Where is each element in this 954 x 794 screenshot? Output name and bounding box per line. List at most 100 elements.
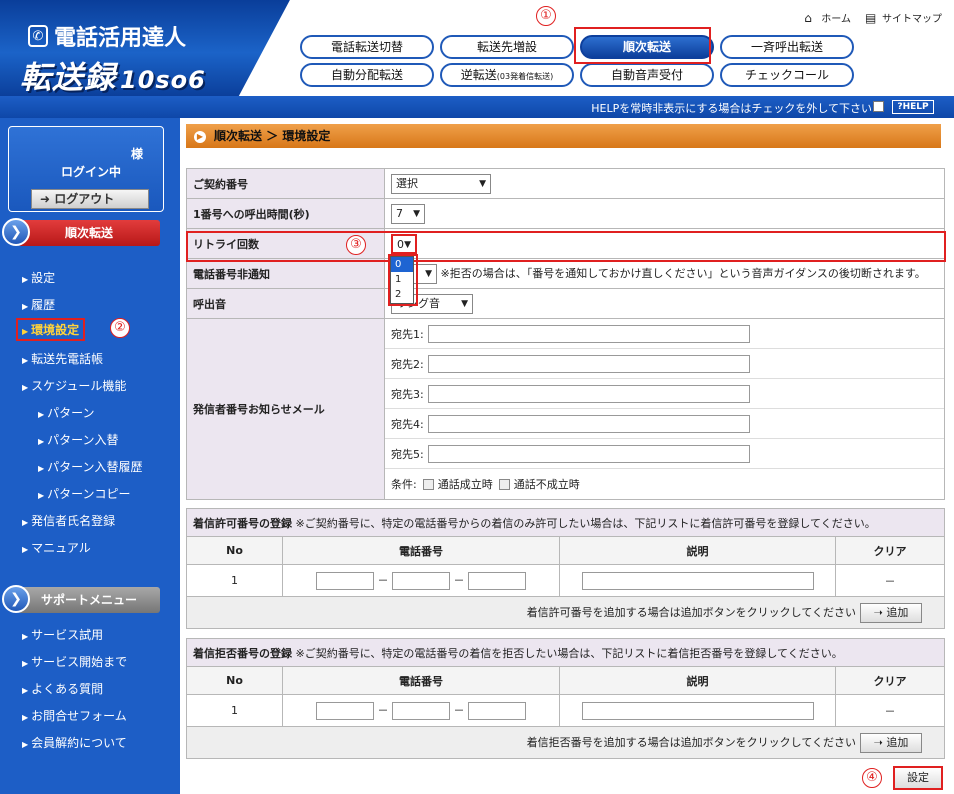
logo[interactable]: ✆ 電話活用達人 転送録 10so6 <box>0 0 298 96</box>
deny-phone-1[interactable] <box>316 701 374 720</box>
sidebar-item-pattern-swap[interactable]: ▶ パターン入替 <box>38 431 119 448</box>
home-icon: ⌂ <box>804 10 812 25</box>
section-title-sequential[interactable]: 順次転送 <box>18 220 160 246</box>
tab-forward-add[interactable]: 転送先増設 <box>440 35 574 59</box>
allow-clear[interactable]: － <box>835 564 945 597</box>
mail-condition: 条件: 通話成立時 通話不成立時 <box>391 478 580 491</box>
mail-input-2[interactable] <box>427 354 750 373</box>
section-sequential: ❯ 順次転送 <box>0 214 180 254</box>
allow-title: 着信許可番号の登録 <box>193 516 292 530</box>
deny-add-button[interactable]: ➝ 追加 <box>860 732 922 753</box>
mail-input-1[interactable] <box>427 324 750 343</box>
deny-add-text: 着信拒否番号を追加する場合は追加ボタンをクリックしてください <box>526 735 856 749</box>
breadcrumb: ▶ 順次転送 ＞ 環境設定 <box>186 124 941 148</box>
sitemap-link[interactable]: ▤ サイトマップ <box>865 10 942 26</box>
sidebar-item-settings[interactable]: ▶ 設定 <box>22 269 55 286</box>
contract-label: ご契約番号 <box>186 168 385 199</box>
logout-button[interactable]: ➜ ログアウト <box>31 189 149 209</box>
marker-4: ④ <box>862 768 882 788</box>
dropdown-arrow-icon: ▼ <box>425 268 432 279</box>
allow-phone-1[interactable] <box>316 571 374 590</box>
arrow-icon: ➝ <box>873 735 887 749</box>
col-no: No <box>186 536 283 565</box>
sitemap-icon: ▤ <box>865 10 877 25</box>
col-phone: 電話番号 <box>282 536 560 565</box>
triangle-icon: ▶ <box>22 327 29 336</box>
submit-button[interactable]: 設定 <box>893 766 943 790</box>
cond-ng-checkbox[interactable] <box>498 478 510 490</box>
table-row: 1 － － － <box>186 694 945 727</box>
section-title-support[interactable]: サポートメニュー <box>18 587 160 613</box>
retry-option-1[interactable]: 1 <box>391 272 413 287</box>
sidebar-item-start[interactable]: ▶ サービス開始まで <box>22 653 127 670</box>
help-bar: HELPを常時非表示にする場合はチェックを外して下さい ?HELP <box>0 96 954 118</box>
chevron-right-icon: ❯ <box>2 218 30 246</box>
contract-select[interactable]: 選択 ▼ <box>391 173 491 194</box>
col-desc: 説明 <box>559 666 836 695</box>
allow-desc-input[interactable] <box>581 571 814 590</box>
mail-row: 発信者番号お知らせメール 宛先1: 宛先2: 宛先3: 宛先4: 宛先5: 条件… <box>186 318 945 500</box>
deny-table: 着信拒否番号の登録 ※ご契約番号に、特定の電話番号の着信を拒否したい場合は、下記… <box>186 638 945 759</box>
deny-phone-3[interactable] <box>468 701 526 720</box>
deny-desc-input[interactable] <box>581 701 814 720</box>
retry-option-0[interactable]: 0 <box>391 257 413 272</box>
tab-auto-voice[interactable]: 自動音声受付 <box>580 63 714 87</box>
mail-field-2: 宛先2: <box>385 349 944 379</box>
marker-3: ③ <box>346 235 366 255</box>
tab-reverse-forward[interactable]: 逆転送(03発着信転送) <box>440 63 574 87</box>
triangle-icon: ▶ <box>22 632 29 641</box>
tab-auto-distribute[interactable]: 自動分配転送 <box>300 63 434 87</box>
tab-check-call[interactable]: チェックコール <box>720 63 854 87</box>
sidebar-item-schedule[interactable]: ▶ スケジュール機能 <box>22 377 126 394</box>
mail-input-3[interactable] <box>427 384 750 403</box>
home-link[interactable]: ⌂ ホーム <box>804 10 851 26</box>
tab-sequential-forward[interactable]: 順次転送 <box>580 35 714 59</box>
mail-input-4[interactable] <box>427 414 750 433</box>
allow-phone-3[interactable] <box>468 571 526 590</box>
retry-row: リトライ回数 0 ▼ <box>186 228 945 259</box>
retry-select[interactable]: 0 ▼ <box>391 233 417 254</box>
dropdown-arrow-icon: ▼ <box>461 298 468 309</box>
mail-input-5[interactable] <box>427 444 750 463</box>
allow-add-text: 着信許可番号を追加する場合は追加ボタンをクリックしてください <box>526 605 856 619</box>
sidebar-item-contact[interactable]: ▶ お問合せフォーム <box>22 707 127 724</box>
sidebar-item-manual[interactable]: ▶ マニュアル <box>22 539 91 556</box>
cond-ok-checkbox[interactable] <box>422 478 434 490</box>
deny-note: ※ご契約番号に、特定の電話番号の着信を拒否したい場合は、下記リストに着信拒否番号… <box>295 646 843 660</box>
allow-phone-2[interactable] <box>392 571 450 590</box>
sidebar-item-env-settings[interactable]: ▶ 環境設定 <box>16 318 86 341</box>
allow-header-row: No 電話番号 説明 クリア <box>186 536 945 565</box>
tab-simultaneous-forward[interactable]: 一斉呼出転送 <box>720 35 854 59</box>
sidebar-item-history[interactable]: ▶ 履歴 <box>22 296 55 313</box>
mail-field-5: 宛先5: <box>385 439 944 469</box>
allow-add-button[interactable]: ➝ 追加 <box>860 602 922 623</box>
tab-row-1: 電話転送切替 転送先増設 順次転送 一斉呼出転送 <box>300 35 860 59</box>
triangle-icon: ▶ <box>38 437 45 446</box>
triangle-icon: ▶ <box>38 491 45 500</box>
help-button[interactable]: ?HELP <box>892 100 934 114</box>
sidebar-item-faq[interactable]: ▶ よくある質問 <box>22 680 103 697</box>
help-checkbox[interactable] <box>873 101 884 112</box>
retry-option-2[interactable]: 2 <box>391 287 413 302</box>
user-honorific: 様 <box>130 147 143 161</box>
col-clear: クリア <box>835 536 945 565</box>
deny-header-row: No 電話番号 説明 クリア <box>186 666 945 695</box>
tab-forward-switch[interactable]: 電話転送切替 <box>300 35 434 59</box>
sidebar-item-phonebook[interactable]: ▶ 転送先電話帳 <box>22 350 103 367</box>
sidebar-item-pattern-copy[interactable]: ▶ パターンコピー <box>38 485 131 502</box>
sidebar-item-trial[interactable]: ▶ サービス試用 <box>22 626 103 643</box>
ring-time-select[interactable]: 7 ▼ <box>391 203 425 224</box>
triangle-icon: ▶ <box>22 659 29 668</box>
sidebar-item-pattern-swap-history[interactable]: ▶ パターン入替履歴 <box>38 458 143 475</box>
col-desc: 説明 <box>559 536 836 565</box>
deny-phone-2[interactable] <box>392 701 450 720</box>
marker-1: ① <box>536 6 556 26</box>
chevron-right-icon: ❯ <box>2 585 30 613</box>
triangle-icon: ▶ <box>22 740 29 749</box>
sidebar-item-caller-name[interactable]: ▶ 発信者氏名登録 <box>22 512 115 529</box>
sidebar-item-cancel[interactable]: ▶ 会員解約について <box>22 734 127 751</box>
allow-table: 着信許可番号の登録 ※ご契約番号に、特定の電話番号からの着信のみ許可したい場合は… <box>186 508 945 629</box>
sidebar: 様 ログイン中 ➜ ログアウト ❯ 順次転送 ▶ 設定 ▶ 履歴 ▶ 環境設定 ▶ 転送… <box>0 118 180 794</box>
sidebar-item-pattern[interactable]: ▶ パターン <box>38 404 95 421</box>
deny-clear[interactable]: － <box>835 694 945 727</box>
